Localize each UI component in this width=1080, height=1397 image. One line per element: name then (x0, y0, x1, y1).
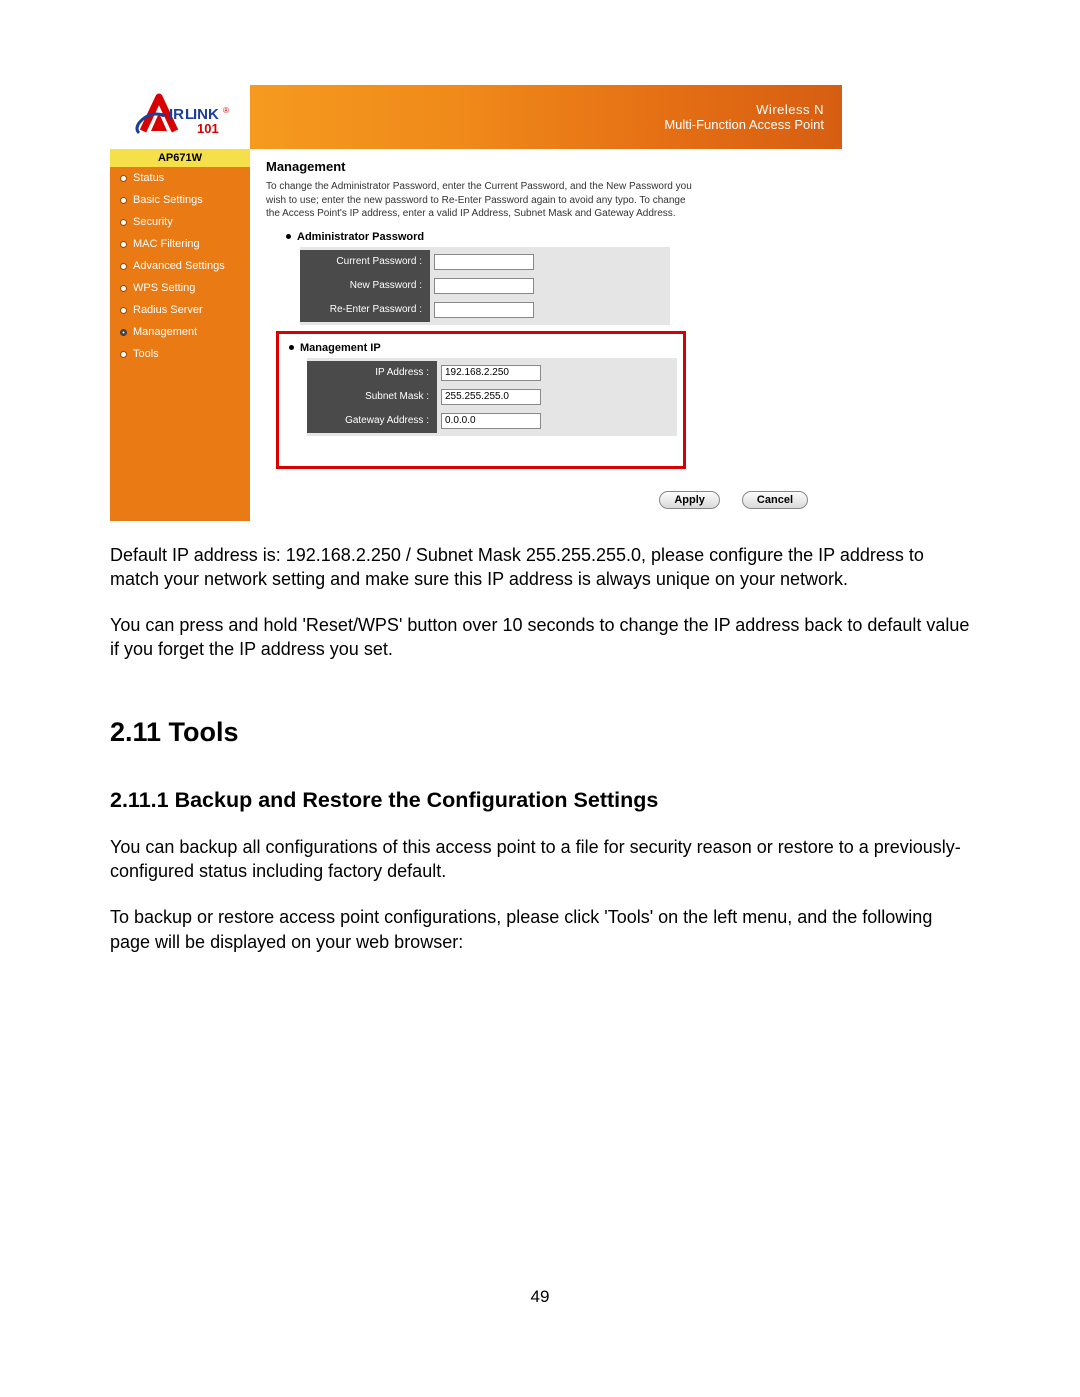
router-admin-screenshot: IR L INK ® 101 Wireless N Multi-Function… (110, 85, 842, 521)
sidebar-item-label: Status (133, 172, 164, 184)
page-number: 49 (0, 1287, 1080, 1307)
subhead-label: Administrator Password (297, 231, 424, 243)
bullet-icon (286, 234, 291, 239)
content-pane: Management To change the Administrator P… (250, 149, 842, 521)
sidebar-item-label: Basic Settings (133, 194, 203, 206)
field-label: Re-Enter Password : (300, 298, 430, 322)
sidebar-item-mac-filtering[interactable]: MAC Filtering (110, 233, 250, 255)
sidebar-item-label: Tools (133, 348, 159, 360)
text-input[interactable] (441, 413, 541, 429)
logo-cell: IR L INK ® 101 (110, 85, 250, 149)
doc-heading-3: 2.11.1 Backup and Restore the Configurat… (110, 788, 975, 813)
sidebar-item-management[interactable]: Management (110, 321, 250, 343)
sidebar: AP671W Status Basic Settings Security MAC F… (110, 149, 250, 521)
bullet-icon (120, 241, 127, 248)
field-label: Current Password : (300, 250, 430, 274)
admin-password-fieldset: Current Password :New Password :Re-Enter… (300, 247, 670, 325)
bullet-icon (120, 285, 127, 292)
mgmt-ip-highlight: Management IP IP Address :Subnet Mask :G… (276, 331, 686, 469)
subhead-mgmt-ip: Management IP (289, 342, 679, 354)
field-value-cell (437, 361, 677, 385)
model-label: AP671W (110, 149, 250, 167)
password-input[interactable] (434, 278, 534, 294)
subhead-label: Management IP (300, 342, 381, 354)
cancel-button[interactable]: Cancel (742, 491, 808, 509)
doc-paragraph: You can press and hold 'Reset/WPS' butto… (110, 613, 975, 662)
svg-text:IR: IR (169, 106, 184, 123)
sidebar-item-label: Advanced Settings (133, 260, 225, 272)
sidebar-item-advanced-settings[interactable]: Advanced Settings (110, 255, 250, 277)
mgmt-ip-fieldset: IP Address :Subnet Mask :Gateway Address… (307, 358, 677, 436)
field-value-cell (430, 298, 670, 322)
password-input[interactable] (434, 302, 534, 318)
header-bar: IR L INK ® 101 Wireless N Multi-Function… (110, 85, 842, 149)
button-row: Apply Cancel (266, 491, 830, 509)
bullet-icon (120, 307, 127, 314)
bullet-icon (120, 263, 127, 270)
sidebar-item-security[interactable]: Security (110, 211, 250, 233)
field-value-cell (430, 250, 670, 274)
sidebar-item-radius-server[interactable]: Radius Server (110, 299, 250, 321)
bullet-icon (120, 219, 127, 226)
field-value-cell (437, 385, 677, 409)
bullet-icon (120, 351, 127, 358)
field-value-cell (437, 409, 677, 433)
sidebar-item-label: WPS Setting (133, 282, 195, 294)
sidebar-item-status[interactable]: Status (110, 167, 250, 189)
sidebar-item-label: Management (133, 326, 197, 338)
field-row: Gateway Address : (307, 409, 677, 433)
bullet-icon (120, 175, 127, 182)
field-row: Subnet Mask : (307, 385, 677, 409)
bullet-icon (289, 345, 294, 350)
bullet-icon (120, 197, 127, 204)
text-input[interactable] (441, 365, 541, 381)
bullet-icon (120, 329, 127, 336)
field-row: Re-Enter Password : (300, 298, 670, 322)
text-input[interactable] (441, 389, 541, 405)
field-value-cell (430, 274, 670, 298)
banner-line2: Multi-Function Access Point (664, 117, 824, 132)
field-label: IP Address : (307, 361, 437, 385)
doc-paragraph: Default IP address is: 192.168.2.250 / S… (110, 543, 975, 592)
sidebar-item-label: Radius Server (133, 304, 203, 316)
sidebar-item-label: Security (133, 216, 173, 228)
doc-paragraph: To backup or restore access point config… (110, 905, 975, 954)
doc-heading-2: 2.11 Tools (110, 717, 975, 748)
banner-line1: Wireless N (756, 102, 824, 117)
sidebar-item-wps-setting[interactable]: WPS Setting (110, 277, 250, 299)
field-row: Current Password : (300, 250, 670, 274)
page-title: Management (266, 159, 830, 174)
field-label: New Password : (300, 274, 430, 298)
svg-text:101: 101 (197, 121, 219, 136)
banner: Wireless N Multi-Function Access Point (250, 85, 842, 149)
field-row: IP Address : (307, 361, 677, 385)
nav-list: Status Basic Settings Security MAC Filterin… (110, 167, 250, 365)
sidebar-item-tools[interactable]: Tools (110, 343, 250, 365)
sidebar-item-basic-settings[interactable]: Basic Settings (110, 189, 250, 211)
airlink-logo: IR L INK ® 101 (125, 93, 235, 141)
field-label: Subnet Mask : (307, 385, 437, 409)
field-label: Gateway Address : (307, 409, 437, 433)
svg-text:®: ® (223, 106, 229, 115)
page-desc: To change the Administrator Password, en… (266, 180, 696, 221)
sidebar-item-label: MAC Filtering (133, 238, 200, 250)
field-row: New Password : (300, 274, 670, 298)
apply-button[interactable]: Apply (659, 491, 720, 509)
doc-paragraph: You can backup all configurations of thi… (110, 835, 975, 884)
subhead-admin-pw: Administrator Password (286, 231, 830, 243)
password-input[interactable] (434, 254, 534, 270)
